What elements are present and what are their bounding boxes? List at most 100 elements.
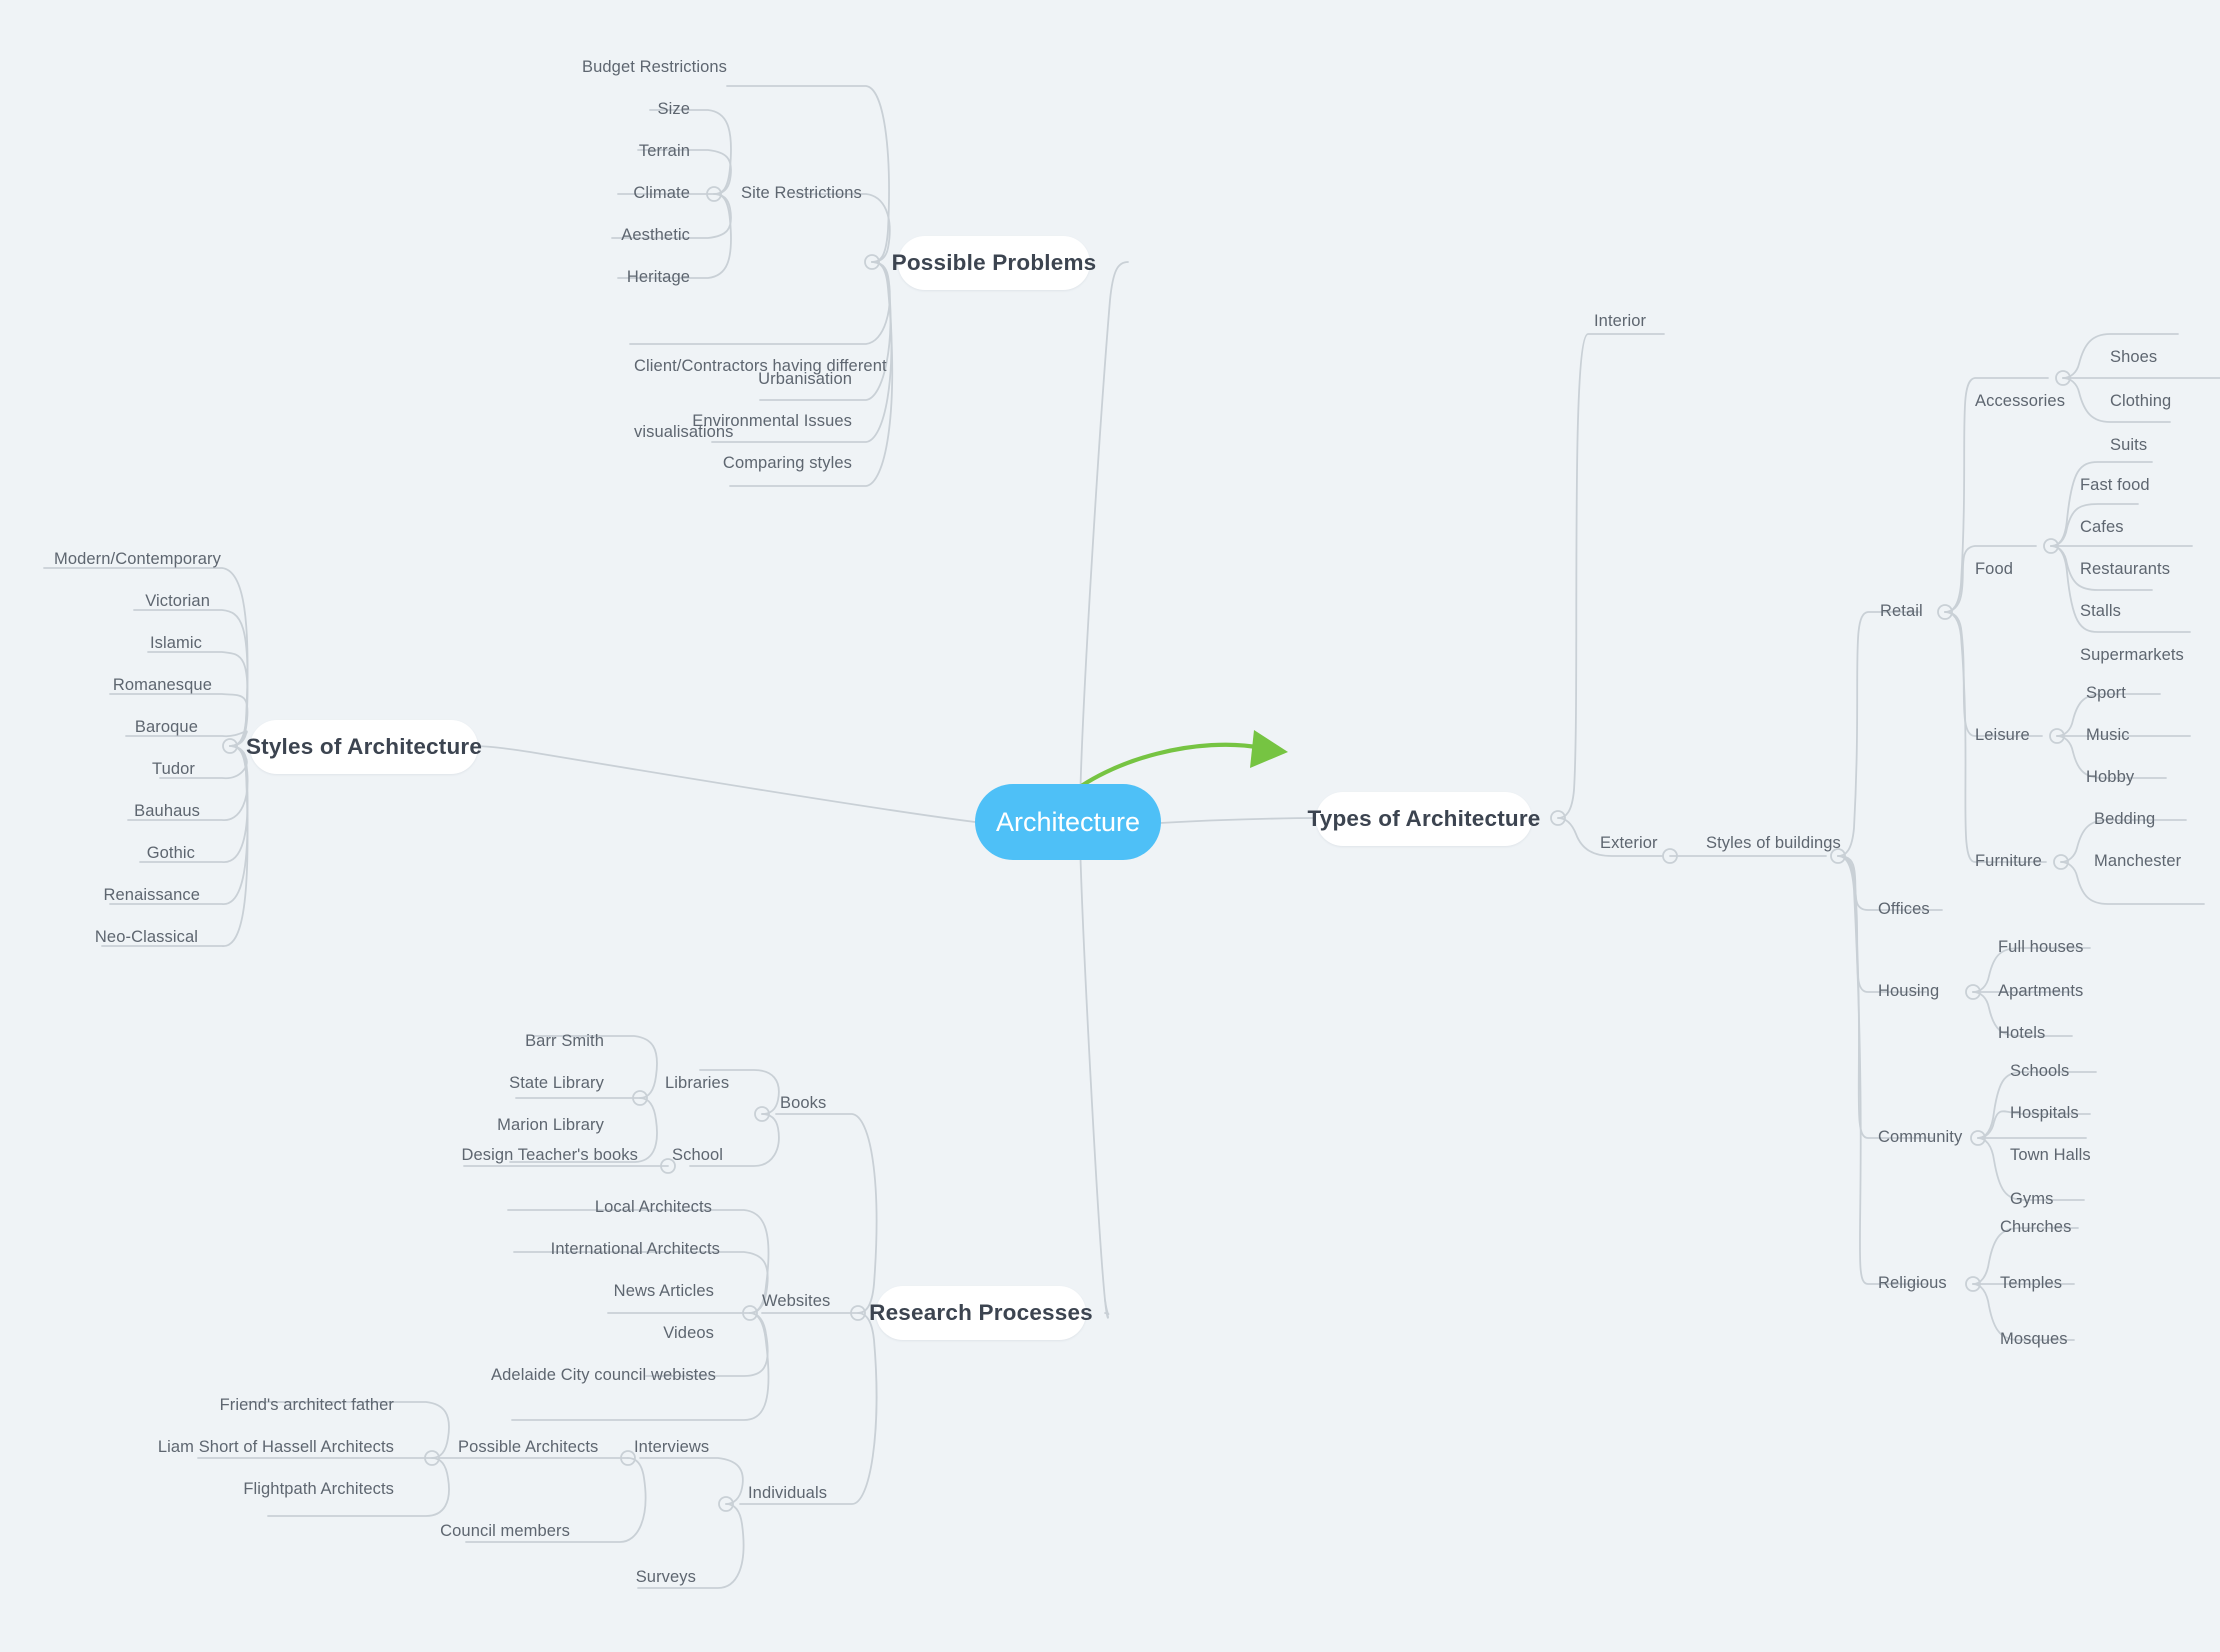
leaf-climate[interactable]: Climate [633, 182, 690, 204]
leaf-adelaide-city-council[interactable]: Adelaide City council webistes [491, 1364, 716, 1386]
leaf-bauhaus[interactable]: Bauhaus [134, 800, 200, 822]
main-node-types-of-architecture[interactable]: Types of Architecture [1308, 792, 1540, 846]
leaf-size[interactable]: Size [658, 98, 691, 120]
leaf-budget-restrictions[interactable]: Budget Restrictions [582, 56, 727, 78]
leaf-romanesque[interactable]: Romanesque [113, 674, 212, 696]
edge-root-types [1159, 817, 1321, 824]
leaf-environmental-issues[interactable]: Environmental Issues [692, 410, 852, 432]
main-node-research-label: Research Processes [869, 1300, 1093, 1325]
edge-individuals-interviews [639, 1457, 744, 1505]
leaf-council-members[interactable]: Council members [440, 1520, 570, 1542]
leaf-accessories[interactable]: Accessories [1975, 390, 2065, 412]
leaf-retail[interactable]: Retail [1880, 600, 1923, 622]
leaf-tudor[interactable]: Tudor [152, 758, 195, 780]
leaf-offices[interactable]: Offices [1878, 898, 1930, 920]
leaf-religious[interactable]: Religious [1878, 1272, 1947, 1294]
leaf-restaurants[interactable]: Restaurants [2080, 558, 2170, 580]
leaf-suits[interactable]: Suits [2110, 434, 2147, 456]
leaf-state-library[interactable]: State Library [509, 1072, 604, 1094]
edge-sob-housing [1837, 855, 1927, 993]
edge-root-research-b [1104, 1299, 1109, 1319]
leaf-barr-smith[interactable]: Barr Smith [525, 1030, 604, 1052]
main-node-research-processes[interactable]: Research Processes [869, 1286, 1093, 1340]
leaf-heritage[interactable]: Heritage [627, 266, 690, 288]
leaf-clothing[interactable]: Clothing [2110, 390, 2171, 412]
main-node-styles-of-architecture[interactable]: Styles of Architecture [246, 720, 482, 774]
leaf-books[interactable]: Books [780, 1092, 826, 1114]
edge-rp-books [775, 1113, 878, 1314]
root-node-architecture[interactable]: Architecture [975, 784, 1161, 860]
leaf-fast-food[interactable]: Fast food [2080, 474, 2150, 496]
leaf-surveys[interactable]: Surveys [636, 1566, 696, 1588]
leaf-marion-library[interactable]: Marion Library [497, 1114, 604, 1136]
leaf-interior[interactable]: Interior [1594, 310, 1646, 332]
leaf-housing[interactable]: Housing [1878, 980, 1939, 1002]
leaf-styles-of-buildings[interactable]: Styles of buildings [1706, 832, 1841, 854]
leaf-design-teachers-books[interactable]: Design Teacher's books [461, 1144, 638, 1166]
leaf-neo-classical[interactable]: Neo-Classical [95, 926, 198, 948]
leaf-furniture[interactable]: Furniture [1975, 850, 2042, 872]
leaf-exterior[interactable]: Exterior [1600, 832, 1658, 854]
leaf-supermarkets[interactable]: Supermarkets [2080, 644, 2184, 666]
leaf-modern-contemporary[interactable]: Modern/Contemporary [54, 548, 221, 570]
leaf-libraries[interactable]: Libraries [665, 1072, 729, 1094]
leaf-news-articles[interactable]: News Articles [614, 1280, 714, 1302]
leaf-individuals[interactable]: Individuals [748, 1482, 827, 1504]
main-node-types-label: Types of Architecture [1307, 806, 1541, 831]
leaf-hobby[interactable]: Hobby [2086, 766, 2134, 788]
leaf-food[interactable]: Food [1975, 558, 2013, 580]
edge-rp-individuals [739, 1312, 878, 1505]
leaf-terrain[interactable]: Terrain [639, 140, 690, 162]
leaf-comparing-styles[interactable]: Comparing styles [723, 452, 852, 474]
leaf-interviews[interactable]: Interviews [634, 1436, 709, 1458]
leaf-full-houses[interactable]: Full houses [1998, 936, 2083, 958]
main-node-possible-problems-label: Possible Problems [891, 250, 1097, 275]
leaf-liam-short[interactable]: Liam Short of Hassell Architects [158, 1436, 394, 1458]
leaf-shoes[interactable]: Shoes [2110, 346, 2157, 368]
leaf-sport[interactable]: Sport [2086, 682, 2126, 704]
leaf-flightpath-architects[interactable]: Flightpath Architects [243, 1478, 394, 1500]
leaf-churches[interactable]: Churches [2000, 1216, 2071, 1238]
leaf-renaissance[interactable]: Renaissance [104, 884, 201, 906]
root-node-label: Architecture [995, 806, 1141, 837]
edge-root-possible-problems [1079, 261, 1129, 808]
leaf-town-halls[interactable]: Town Halls [2010, 1144, 2091, 1166]
leaf-leisure[interactable]: Leisure [1975, 724, 2030, 746]
leaf-bedding[interactable]: Bedding [2094, 808, 2155, 830]
leaf-victorian[interactable]: Victorian [145, 590, 210, 612]
leaf-hospitals[interactable]: Hospitals [2010, 1102, 2079, 1124]
leaf-site-restrictions[interactable]: Site Restrictions [741, 182, 862, 204]
leaf-international-architects[interactable]: International Architects [551, 1238, 720, 1260]
leaf-music[interactable]: Music [2086, 724, 2130, 746]
leaf-videos[interactable]: Videos [663, 1322, 714, 1344]
leaf-schools[interactable]: Schools [2010, 1060, 2069, 1082]
leaf-hotels[interactable]: Hotels [1998, 1022, 2045, 1044]
leaf-temples[interactable]: Temples [2000, 1272, 2062, 1294]
leaf-websites[interactable]: Websites [762, 1290, 830, 1312]
leaf-possible-architects[interactable]: Possible Architects [458, 1436, 598, 1458]
edge-pp-budget [726, 85, 890, 263]
leaf-school[interactable]: School [672, 1144, 723, 1166]
edge-root-styles [471, 745, 976, 823]
leaf-manchester[interactable]: Manchester [2094, 850, 2181, 872]
edge-retail-leisure [1944, 611, 2043, 737]
leaf-cafes[interactable]: Cafes [2080, 516, 2124, 538]
mindmap-canvas: Architecture Possible Problems Styles of… [0, 0, 2220, 1652]
leaf-local-architects[interactable]: Local Architects [595, 1196, 712, 1218]
leaf-stalls[interactable]: Stalls [2080, 600, 2121, 622]
leaf-mosques[interactable]: Mosques [2000, 1328, 2068, 1350]
edge-root-research-a [1079, 841, 1110, 1316]
leaf-gothic[interactable]: Gothic [147, 842, 195, 864]
leaf-aesthetic[interactable]: Aesthetic [621, 224, 690, 246]
main-node-possible-problems[interactable]: Possible Problems [892, 236, 1096, 290]
leaf-apartments[interactable]: Apartments [1998, 980, 2083, 1002]
leaf-islamic[interactable]: Islamic [150, 632, 202, 654]
edge-ta-interior [1557, 333, 1665, 819]
main-node-styles-label: Styles of Architecture [245, 734, 483, 759]
leaf-urbanisation[interactable]: Urbanisation [758, 368, 852, 390]
leaf-gyms[interactable]: Gyms [2010, 1188, 2053, 1210]
leaf-friends-architect-father[interactable]: Friend's architect father [220, 1394, 394, 1416]
edge-sob-retail [1837, 611, 1921, 857]
leaf-community[interactable]: Community [1878, 1126, 1962, 1148]
leaf-baroque[interactable]: Baroque [135, 716, 198, 738]
